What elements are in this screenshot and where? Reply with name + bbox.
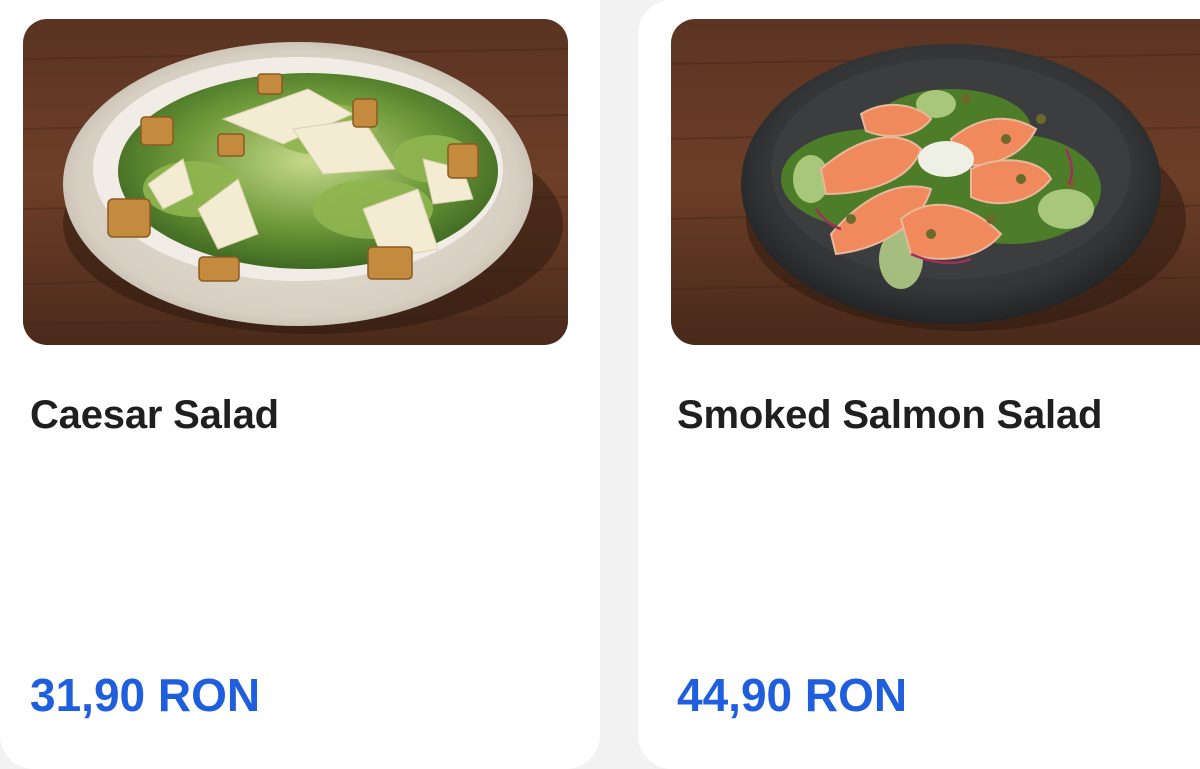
caesar-salad-photo[interactable] [23,19,568,345]
smoked-salmon-salad-photo[interactable] [671,19,1200,345]
product-price: 31,90 RON [30,669,261,721]
product-price: 44,90 RON [677,669,908,721]
product-title[interactable]: Smoked Salmon Salad [677,393,1102,438]
product-card-caesar-salad[interactable]: Caesar Salad 31,90 RON [0,0,600,769]
smoked-salmon-salad-image [671,19,1200,345]
product-grid: Caesar Salad 31,90 RON Smoked Salmon Sal… [0,0,1200,769]
caesar-salad-image [23,19,568,345]
product-title[interactable]: Caesar Salad [30,393,279,438]
product-card-smoked-salmon-salad[interactable]: Smoked Salmon Salad 44,90 RON [638,0,1200,769]
